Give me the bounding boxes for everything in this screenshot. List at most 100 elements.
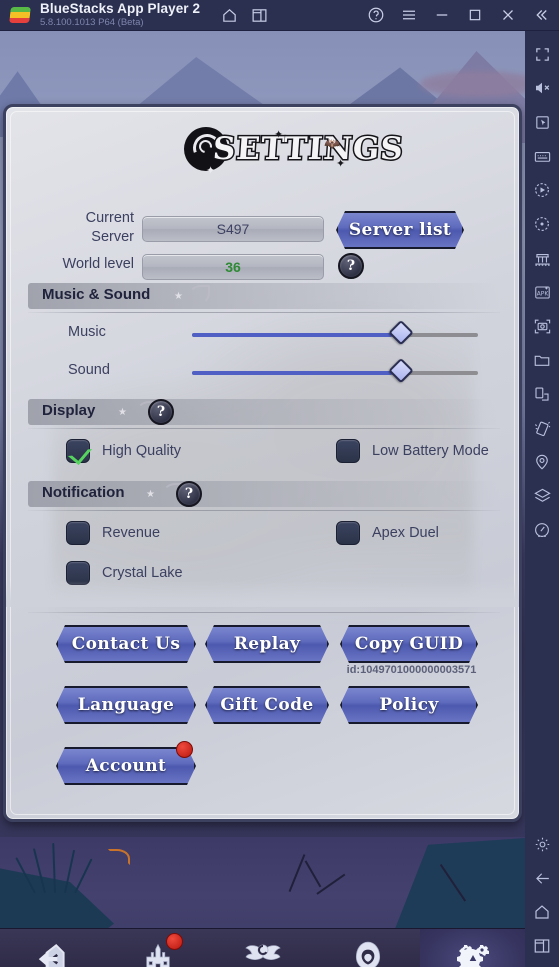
display-help-icon-wrap: ? xyxy=(148,399,174,425)
checkbox-revenue[interactable]: Revenue xyxy=(66,521,160,545)
nav-item-back[interactable]: back xyxy=(0,929,105,967)
checkbox-row-display: High Quality Low Battery Mode xyxy=(6,437,519,475)
rotate-icon[interactable] xyxy=(525,207,559,241)
settings-gear-icon[interactable] xyxy=(525,827,559,861)
media-folder-icon[interactable] xyxy=(525,343,559,377)
music-slider-knob[interactable] xyxy=(388,319,414,346)
checkbox-box[interactable] xyxy=(66,439,90,463)
recent-apps-icon[interactable] xyxy=(525,929,559,963)
question-mark-icon[interactable]: ? xyxy=(148,399,174,425)
app-version-line: 5.8.100.1013 P64 (Beta) xyxy=(40,16,200,28)
copy-guid-button[interactable]: Copy GUID xyxy=(340,625,478,663)
action-button-row: Language Gift Code Policy xyxy=(6,686,519,747)
collapse-icon[interactable] xyxy=(524,0,557,31)
slider-label: Sound xyxy=(68,362,110,378)
slider-fill xyxy=(192,371,393,375)
multi-instance-manager-icon[interactable] xyxy=(525,241,559,275)
hooded-figure-icon xyxy=(351,937,385,967)
account-button[interactable]: Account xyxy=(56,747,196,785)
cursor-icon[interactable] xyxy=(525,105,559,139)
sound-slider-knob[interactable] xyxy=(388,357,414,384)
multi-instance-icon[interactable] xyxy=(244,0,274,31)
nav-item-profile[interactable]: Profile xyxy=(105,929,210,967)
gears-icon xyxy=(453,937,493,967)
settings-panel: SETTINGS 🦇 ✦ ✦ ✦ Current Server S497 Ser… xyxy=(3,104,522,822)
server-info-section: Current Server S497 Server list World le… xyxy=(6,207,519,280)
checkbox-crystal-lake[interactable]: Crystal Lake xyxy=(66,561,183,585)
mute-icon[interactable] xyxy=(525,71,559,105)
music-slider-track[interactable] xyxy=(192,319,478,346)
account-notification-badge xyxy=(176,741,193,758)
svg-text:APK: APK xyxy=(536,290,548,297)
policy-button[interactable]: Policy xyxy=(340,686,478,724)
fullscreen-icon[interactable] xyxy=(525,37,559,71)
replay-button[interactable]: Replay xyxy=(205,625,329,663)
performance-icon[interactable] xyxy=(525,513,559,547)
server-list-button[interactable]: Server list xyxy=(336,211,464,249)
section-title: Display xyxy=(42,402,96,419)
minimize-icon[interactable] xyxy=(425,0,458,31)
sparkle-icon: ✦ xyxy=(206,165,216,177)
guid-text: id:1049701000000003571 xyxy=(346,664,477,676)
nav-item-career[interactable]: Career xyxy=(210,929,315,967)
shake-icon[interactable] xyxy=(525,411,559,445)
nav-item-avatar[interactable]: Avatar xyxy=(315,929,420,967)
checkbox-box[interactable] xyxy=(336,439,360,463)
checkbox-box[interactable] xyxy=(66,521,90,545)
checkbox-box[interactable] xyxy=(336,521,360,545)
checkbox-low-battery-mode[interactable]: Low Battery Mode xyxy=(336,439,489,463)
section-title: Notification xyxy=(42,484,125,501)
question-mark-icon[interactable]: ? xyxy=(176,481,202,507)
bottom-navigation-bar: back Profile xyxy=(0,928,525,967)
bluestacks-sidebar: APK xyxy=(525,31,559,967)
close-icon[interactable] xyxy=(491,0,524,31)
home-icon[interactable] xyxy=(214,0,244,31)
section-header-notification: Notification ★ ? xyxy=(28,481,500,507)
install-apk-icon[interactable]: APK xyxy=(525,275,559,309)
bat-icon: 🦇 xyxy=(324,136,341,151)
gift-code-button[interactable]: Gift Code xyxy=(205,686,329,724)
macro-record-icon[interactable] xyxy=(525,173,559,207)
nav-item-settings[interactable]: Settings xyxy=(420,929,525,967)
star-icon: ★ xyxy=(174,291,183,302)
notification-help-icon-wrap: ? xyxy=(176,481,202,507)
section-divider xyxy=(28,428,500,429)
app-version: 5.8.100.1013 xyxy=(40,16,96,28)
language-button[interactable]: Language xyxy=(56,686,196,724)
screenshot-icon[interactable] xyxy=(525,309,559,343)
checkbox-label: Crystal Lake xyxy=(102,565,183,581)
checkbox-apex-duel[interactable]: Apex Duel xyxy=(336,521,439,545)
section-divider xyxy=(28,312,500,313)
window-titlebar: BlueStacks App Player 2 5.8.100.1013 P64… xyxy=(0,0,559,31)
eco-mode-icon[interactable] xyxy=(525,377,559,411)
slider-fill xyxy=(192,333,393,337)
wings-book-icon xyxy=(244,937,282,967)
contact-us-button[interactable]: Contact Us xyxy=(56,625,196,663)
section-divider-bottom xyxy=(28,612,500,613)
current-server-label-line1: Current xyxy=(85,210,134,226)
sparkle-icon: ✦ xyxy=(336,158,346,170)
keyboard-controls-icon[interactable] xyxy=(525,139,559,173)
world-level-value: 36 xyxy=(142,254,324,280)
current-server-value: S497 xyxy=(142,216,324,242)
help-icon[interactable] xyxy=(359,0,392,31)
maximize-icon[interactable] xyxy=(458,0,491,31)
menu-icon[interactable] xyxy=(392,0,425,31)
sparkle-icon: ✦ xyxy=(274,129,284,141)
checkbox-label: Revenue xyxy=(102,525,161,541)
checkbox-high-quality[interactable]: High Quality xyxy=(66,439,181,463)
android-home-icon[interactable] xyxy=(525,895,559,929)
location-icon[interactable] xyxy=(525,445,559,479)
titlebar-right-icons xyxy=(359,0,557,31)
layers-icon[interactable] xyxy=(525,479,559,513)
sound-slider-track[interactable] xyxy=(192,357,478,384)
question-mark-icon[interactable]: ? xyxy=(338,253,364,279)
app-channel: (Beta) xyxy=(117,16,144,28)
app-root: BlueStacks App Player 2 5.8.100.1013 P64… xyxy=(0,0,559,967)
checkbox-box[interactable] xyxy=(66,561,90,585)
back-arrow-icon[interactable] xyxy=(525,861,559,895)
settings-scroll-area[interactable]: Music & Sound ★ Music Sound Display ★ ? … xyxy=(6,279,519,607)
page-title: SETTINGS xyxy=(210,130,406,169)
checkbox-label: Low Battery Mode xyxy=(372,443,489,459)
checkbox-row-notification-2: Crystal Lake xyxy=(6,559,519,597)
